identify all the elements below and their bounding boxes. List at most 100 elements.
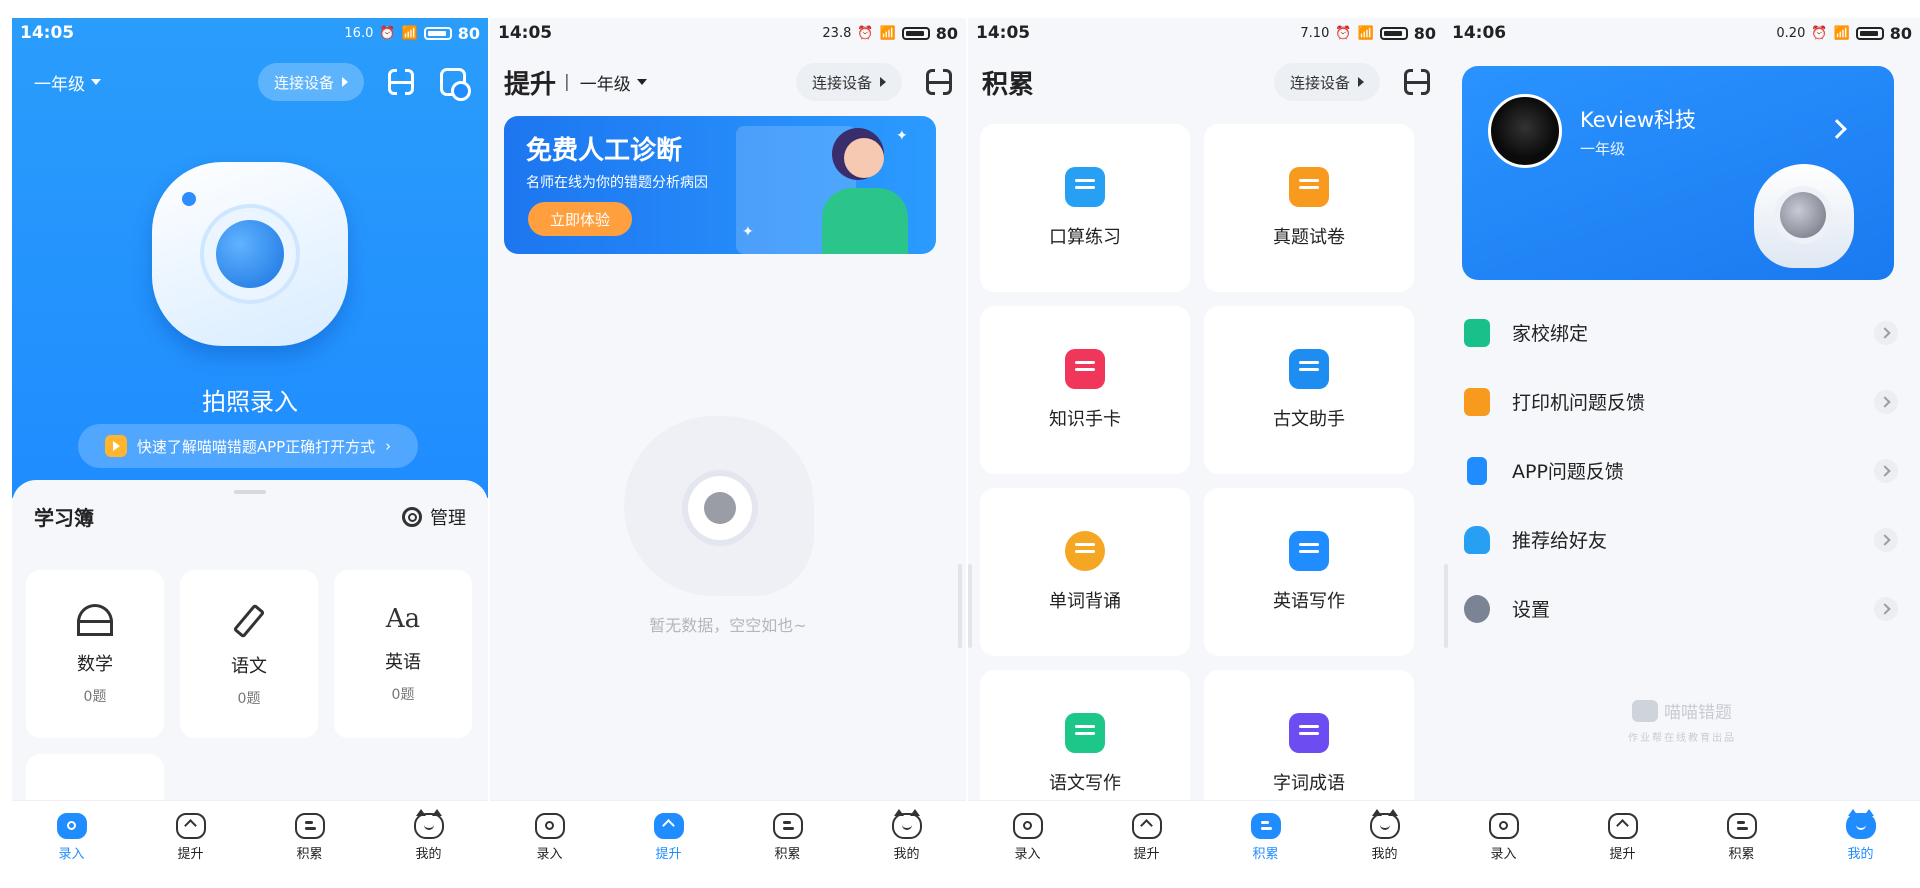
nav-improve[interactable]: 提升 [609,801,728,874]
nav-accumulate[interactable]: 积累 [250,801,369,874]
drag-handle[interactable] [234,490,266,494]
record-screen: 14:05 16.0 ⏰ 📶 80 一年级 连接设备 拍照录入 快速了解喵喵错题… [12,18,488,874]
bottom-nav: 录入 提升 积累 我的 [12,800,488,874]
net-speed: 7.10 [1300,25,1330,41]
menu-settings[interactable]: 设置 [1444,574,1920,643]
chevron-right-icon[interactable] [1827,119,1847,139]
grade-selector[interactable]: 一年级 [564,70,647,95]
camera-capture-button[interactable] [152,162,348,346]
nav-improve[interactable]: 提升 [1087,801,1206,874]
tip-text: 快速了解喵喵错题APP正确打开方式 [136,437,376,456]
nav-improve[interactable]: 提升 [131,801,250,874]
chevron-right-icon [1874,320,1898,345]
subject-card-english[interactable]: Aa 英语 0题 [334,570,472,738]
nav-label: 我的 [893,847,920,862]
nav-mine[interactable]: 我的 [369,801,488,874]
connect-device-label: 连接设备 [811,73,872,92]
gift-icon [1464,525,1490,554]
nav-record[interactable]: 录入 [12,801,131,874]
subject-card-math[interactable]: 数学 0题 [26,570,164,738]
nav-improve[interactable]: 提升 [1563,801,1682,874]
mascot-illustration [1754,164,1854,268]
menu-printer-feedback[interactable]: 打印机问题反馈 [1444,367,1920,436]
teacher-illustration [822,188,908,254]
nav-record[interactable]: 录入 [968,801,1087,874]
improve-nav-icon [653,813,684,839]
tool-label: 口算练习 [1049,227,1121,248]
tool-card-exam-papers[interactable]: 真题试卷 [1204,124,1414,292]
flash-dot [182,192,196,206]
status-bar: 14:05 23.8 ⏰ 📶 80 [490,18,966,48]
profile-card[interactable]: Keview科技 一年级 [1462,66,1894,280]
nav-mine[interactable]: 我的 [847,801,966,874]
notebook-sheet: 学习簿 管理 数学 0题 语文 0题 Aa 英语 0题 [12,480,488,874]
scan-icon[interactable] [1404,69,1430,95]
tool-label: 语文写作 [1049,773,1121,794]
bottom-nav: 录入 提升 积累 我的 [490,800,966,874]
aa-icon: Aa [385,604,421,634]
banner-title: 免费人工诊断 [526,136,683,166]
nav-record[interactable]: 录入 [490,801,609,874]
menu-recommend-friends[interactable]: 推荐给好友 [1444,505,1920,574]
play-icon [104,435,127,457]
chevron-right-icon [1874,458,1898,483]
manage-button[interactable]: 管理 [402,504,466,530]
nav-label: 提升 [655,847,682,862]
status-icons: 7.10 ⏰ 📶 80 [1300,24,1436,43]
nav-accumulate[interactable]: 积累 [1682,801,1801,874]
status-time: 14:05 [20,23,75,43]
nav-label: 积累 [774,847,801,862]
menu-home-school-binding[interactable]: 家校绑定 [1444,298,1920,367]
flag-icon [1464,318,1490,347]
app-showcase: 14:05 16.0 ⏰ 📶 80 一年级 连接设备 拍照录入 快速了解喵喵错题… [0,0,1920,888]
connect-device-button[interactable]: 连接设备 [1273,63,1380,101]
nav-label: 录入 [1490,847,1517,862]
tool-card-oral-math[interactable]: 口算练习 [980,124,1190,292]
nav-label: 提升 [1609,847,1636,862]
alarm-icon: ⏰ [1811,25,1828,41]
subject-count: 0题 [83,689,107,705]
nav-label: 录入 [58,847,85,862]
avatar[interactable] [1488,94,1562,168]
accumulate-nav-icon [772,813,803,839]
tool-card-english-writing[interactable]: 英语写作 [1204,488,1414,656]
nav-accumulate[interactable]: 积累 [1206,801,1325,874]
nav-accumulate[interactable]: 积累 [728,801,847,874]
notebook-title: 学习簿 [34,506,94,530]
tool-card-knowledge-cards[interactable]: 知识手卡 [980,306,1190,474]
nav-mine[interactable]: 我的 [1801,801,1920,874]
status-time: 14:05 [498,23,553,43]
history-icon[interactable] [440,68,471,101]
connect-device-button[interactable]: 连接设备 [795,63,902,101]
connect-device-button[interactable]: 连接设备 [257,63,364,101]
grade-selector[interactable]: 一年级 [34,70,101,95]
improve-nav-icon [1131,813,1162,839]
alarm-icon: ⏰ [1335,25,1352,41]
tool-label: 古文助手 [1273,409,1345,430]
empty-state-text: 暂无数据，空空如也~ [649,616,807,635]
profile-grade: 一年级 [1580,140,1626,158]
subject-card-chinese[interactable]: 语文 0题 [180,570,318,738]
scan-icon[interactable] [926,69,952,95]
tutorial-tip-button[interactable]: 快速了解喵喵错题APP正确打开方式 › [78,424,418,468]
subject-name: 语文 [231,656,267,677]
nav-label: 提升 [177,847,204,862]
menu-app-feedback[interactable]: APP问题反馈 [1444,436,1920,505]
brand-name: 喵喵错题 [1664,703,1732,723]
scan-icon[interactable] [388,69,414,95]
tool-card-word-recitation[interactable]: 单词背诵 [980,488,1190,656]
tool-card-classics[interactable]: 古文助手 [1204,306,1414,474]
diagnosis-banner[interactable]: ✦ ✦ 免费人工诊断 名师在线为你的错题分析病因 立即体验 [504,116,936,254]
top-bar: 一年级 连接设备 [12,60,488,104]
nav-record[interactable]: 录入 [1444,801,1563,874]
battery-icon [423,26,452,40]
battery-icon [1855,26,1884,40]
english-a-icon [1289,531,1329,571]
subject-name: 英语 [385,652,421,673]
nav-mine[interactable]: 我的 [1325,801,1444,874]
try-now-button[interactable]: 立即体验 [528,202,632,236]
page-title: 提升 [504,69,557,100]
alarm-icon: ⏰ [857,25,874,41]
chinese-writing-icon [1065,713,1105,753]
status-time: 14:06 [1452,23,1507,43]
